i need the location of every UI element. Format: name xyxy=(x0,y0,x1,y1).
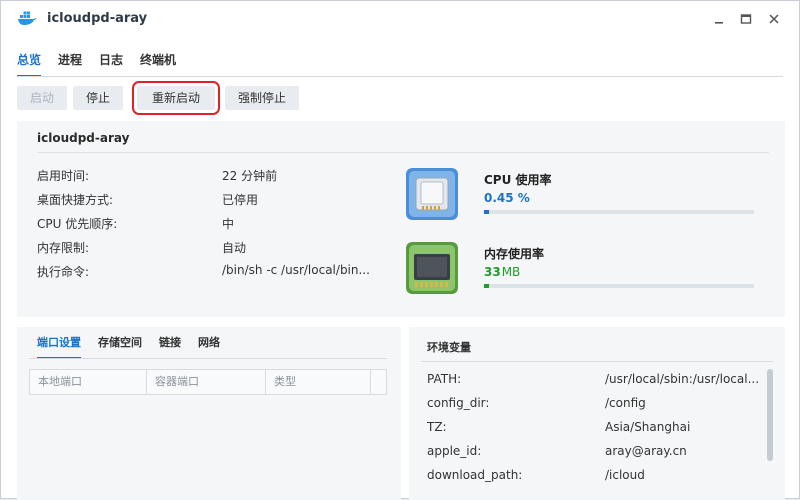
docker-whale-icon xyxy=(18,11,37,25)
minimize-icon[interactable] xyxy=(711,11,727,27)
env-value: /config xyxy=(605,396,646,410)
settings-subtabs: 端口设置 存储空间 链接 网络 xyxy=(37,335,237,359)
env-key: TZ: xyxy=(427,420,447,434)
env-key: PATH: xyxy=(427,372,462,386)
title-bar: icloudpd-aray xyxy=(1,1,799,37)
memory-usage-value: 33MB xyxy=(484,265,520,279)
memory-chip-icon xyxy=(406,242,458,294)
info-value: 自动 xyxy=(222,241,247,255)
tab-terminal[interactable]: 终端机 xyxy=(140,51,176,77)
port-settings-panel: 端口设置 存储空间 链接 网络 本地端口 容器端口 类型 xyxy=(17,327,401,500)
start-button[interactable]: 启动 xyxy=(17,86,68,110)
close-icon[interactable] xyxy=(766,11,782,27)
tab-processes[interactable]: 进程 xyxy=(58,51,82,77)
info-label: 内存限制: xyxy=(37,241,90,255)
tab-logs[interactable]: 日志 xyxy=(99,51,123,77)
stop-button[interactable]: 停止 xyxy=(73,86,124,110)
memory-usage-number: 33 xyxy=(484,265,501,279)
info-label: 桌面快捷方式: xyxy=(37,193,114,207)
cpu-usage-track xyxy=(484,210,754,214)
subtab-storage[interactable]: 存储空间 xyxy=(98,335,142,359)
environment-title: 环境变量 xyxy=(427,341,471,354)
column-type[interactable]: 类型 xyxy=(266,370,371,394)
container-name: icloudpd-aray xyxy=(37,131,130,145)
info-value: 22 分钟前 xyxy=(222,169,278,183)
subtab-network[interactable]: 网络 xyxy=(198,335,220,359)
env-value: /icloud xyxy=(605,468,645,482)
column-container-port[interactable]: 容器端口 xyxy=(147,370,266,394)
overview-divider xyxy=(37,152,769,153)
env-key: download_path: xyxy=(427,468,523,482)
environment-panel: 环境变量 PATH: /usr/local/sbin:/usr/local...… xyxy=(409,327,785,500)
info-value: 已停用 xyxy=(222,193,259,207)
window-title: icloudpd-aray xyxy=(47,11,148,26)
memory-usage-title: 内存使用率 xyxy=(484,247,545,261)
subtab-links[interactable]: 链接 xyxy=(159,335,181,359)
column-local-port[interactable]: 本地端口 xyxy=(30,370,147,394)
env-key: config_dir: xyxy=(427,396,490,410)
info-label: CPU 优先顺序: xyxy=(37,217,118,231)
env-key: apple_id: xyxy=(427,444,482,458)
memory-usage-unit: MB xyxy=(501,265,521,279)
subtab-port-settings[interactable]: 端口设置 xyxy=(37,335,81,359)
env-value: /usr/local/sbin:/usr/local... xyxy=(605,372,760,386)
subtabs-divider xyxy=(29,358,387,359)
cpu-usage-title: CPU 使用率 xyxy=(484,173,552,187)
restart-button[interactable]: 重新启动 xyxy=(132,81,221,115)
info-label: 启用时间: xyxy=(37,169,90,183)
cpu-usage-fill xyxy=(484,210,489,214)
cpu-usage-value: 0.45 % xyxy=(484,191,530,205)
container-detail-window: icloudpd-aray 总览 进程 日志 终端机 启动 停止 重新启动 强制… xyxy=(0,0,800,500)
tabs-divider xyxy=(17,76,783,77)
env-value: aray@aray.cn xyxy=(605,444,687,458)
cpu-chip-icon xyxy=(406,168,458,220)
overview-panel: icloudpd-aray 启用时间: 22 分钟前 桌面快捷方式: 已停用 C… xyxy=(17,121,785,317)
memory-usage-fill xyxy=(484,284,489,288)
env-value: Asia/Shanghai xyxy=(605,420,691,434)
info-label: 执行命令: xyxy=(37,265,90,279)
memory-usage-track xyxy=(484,284,754,288)
environment-divider xyxy=(421,361,773,362)
main-tabs: 总览 进程 日志 终端机 xyxy=(17,51,193,77)
tab-overview[interactable]: 总览 xyxy=(17,51,42,77)
action-toolbar: 启动 停止 重新启动 强制停止 xyxy=(17,81,305,115)
info-value: /bin/sh -c /usr/local/bin... xyxy=(222,263,370,277)
maximize-icon[interactable] xyxy=(738,11,754,27)
port-table-header: 本地端口 容器端口 类型 xyxy=(29,369,387,395)
force-stop-button[interactable]: 强制停止 xyxy=(225,86,300,110)
info-value: 中 xyxy=(222,217,235,231)
environment-scrollbar[interactable] xyxy=(767,369,773,461)
